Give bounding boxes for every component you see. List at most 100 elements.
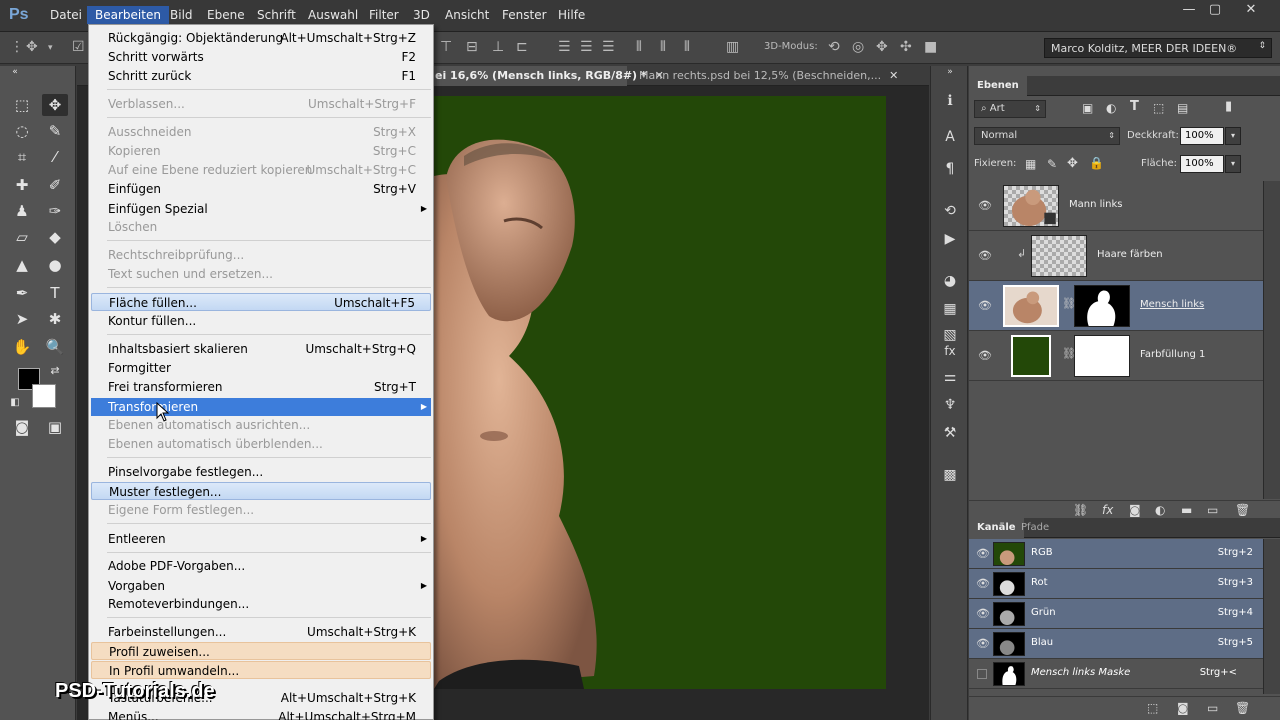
fill-input[interactable]: 100%: [1180, 155, 1224, 173]
filter-pixel-icon[interactable]: ▣: [1082, 101, 1093, 115]
menu-bearbeiten[interactable]: Bearbeiten: [87, 6, 169, 24]
3d-slide-icon[interactable]: ✣: [900, 39, 912, 55]
layers-scrollbar[interactable]: [1263, 181, 1280, 499]
document-canvas[interactable]: [434, 96, 886, 689]
distribute-right-icon[interactable]: ⫴: [684, 39, 690, 55]
3d-pan-icon[interactable]: ✥: [876, 39, 888, 55]
brush-tool-icon[interactable]: ✐: [42, 174, 68, 196]
paint-bucket-tool-icon[interactable]: ◆: [42, 226, 68, 248]
menu-auswahl[interactable]: Auswahl: [308, 8, 358, 22]
tab-pfade[interactable]: Pfade: [1013, 518, 1057, 538]
dodge-tool-icon[interactable]: ●: [42, 254, 68, 276]
paragraph-icon[interactable]: ¶: [938, 158, 962, 180]
layer-name[interactable]: Mann links: [1069, 199, 1123, 210]
channels-scrollbar[interactable]: [1263, 539, 1280, 694]
trash-icon[interactable]: 🗑: [1235, 503, 1250, 517]
channel-rot[interactable]: 👁 Rot Strg+3: [969, 569, 1263, 599]
close-window-button[interactable]: ✕: [1236, 2, 1266, 18]
lock-transparency-icon[interactable]: ▦: [1025, 157, 1036, 171]
layer-name[interactable]: Farbfüllung 1: [1140, 349, 1205, 360]
3d-rotate-icon[interactable]: ⟲: [828, 39, 840, 55]
distribute-vcenter-icon[interactable]: ☰: [580, 39, 593, 55]
menu-convert-profile[interactable]: In Profil umwandeln...: [91, 661, 431, 679]
lock-position-icon[interactable]: ✥: [1067, 156, 1078, 171]
menu-define-brush[interactable]: Pinselvorgabe festlegen...: [91, 463, 431, 481]
menu-3d[interactable]: 3D: [413, 8, 430, 22]
menu-datei[interactable]: Datei: [50, 8, 82, 22]
menu-fenster[interactable]: Fenster: [502, 8, 547, 22]
tab-ebenen[interactable]: Ebenen: [969, 76, 1027, 96]
lock-pixels-icon[interactable]: ✎: [1047, 157, 1057, 171]
layer-mann-links[interactable]: 👁 Mann links: [969, 181, 1263, 231]
clone-source-icon[interactable]: ♆: [938, 394, 962, 416]
filter-adjustment-icon[interactable]: ◐: [1106, 101, 1116, 115]
layer-haare-faerben[interactable]: 👁 ↲ Haare färben: [969, 231, 1263, 281]
zoom-tool-icon[interactable]: 🔍: [42, 336, 68, 358]
eraser-tool-icon[interactable]: ▱: [9, 226, 35, 248]
history-brush-tool-icon[interactable]: ✑: [42, 200, 68, 222]
layer-filter-select[interactable]: ⌕ Art ⇕: [974, 100, 1046, 118]
lock-all-icon[interactable]: 🔒: [1089, 156, 1104, 170]
layer-farbfuellung[interactable]: 👁 ⛓ Farbfüllung 1: [969, 331, 1263, 381]
3d-roll-icon[interactable]: ◎: [852, 39, 864, 55]
menu-step-forward[interactable]: Schritt vorwärts F2: [91, 48, 431, 66]
new-group-icon[interactable]: ▬: [1181, 503, 1192, 517]
align-left-icon[interactable]: ⊏: [516, 39, 528, 55]
background-color-swatch[interactable]: [32, 384, 56, 408]
menu-presets[interactable]: Vorgaben ▶: [91, 577, 431, 595]
menu-undo[interactable]: Rückgängig: Objektänderung Alt+Umschalt+S…: [91, 29, 431, 47]
menu-stroke[interactable]: Kontur füllen...: [91, 312, 431, 330]
layer-name[interactable]: Haare färben: [1097, 249, 1163, 260]
move-tool-icon[interactable]: ✥: [26, 39, 38, 55]
distribute-top-icon[interactable]: ☰: [558, 39, 571, 55]
channel-gruen[interactable]: 👁 Grün Strg+4: [969, 599, 1263, 629]
align-bottom-icon[interactable]: ⊥: [492, 39, 504, 55]
adjustments-icon[interactable]: ⚌: [938, 366, 962, 388]
menu-remote-connections[interactable]: Remoteverbindungen...: [91, 595, 431, 613]
filter-smart-object-icon[interactable]: ▤: [1177, 101, 1188, 115]
menu-transform[interactable]: Transformieren ▶: [91, 398, 431, 416]
link-layers-icon[interactable]: ⛓: [1073, 503, 1088, 517]
visibility-eye-icon[interactable]: 👁: [976, 577, 990, 590]
pen-tool-icon[interactable]: ✒: [9, 282, 35, 304]
filter-type-icon[interactable]: T: [1130, 99, 1139, 114]
fx-icon[interactable]: fx: [938, 340, 962, 362]
filter-shape-icon[interactable]: ⬚: [1153, 101, 1164, 115]
menu-define-pattern[interactable]: Muster festlegen...: [91, 482, 431, 500]
menu-assign-profile[interactable]: Profil zuweisen...: [91, 642, 431, 660]
menu-purge[interactable]: Entleeren ▶: [91, 530, 431, 548]
menu-free-transform[interactable]: Frei transformieren Strg+T: [91, 378, 431, 396]
menu-ansicht[interactable]: Ansicht: [445, 8, 489, 22]
distribute-left-icon[interactable]: ⫴: [636, 39, 642, 55]
brush-presets-icon[interactable]: ⚒: [938, 422, 962, 444]
distribute-bottom-icon[interactable]: ☰: [602, 39, 615, 55]
fill-dropdown-icon[interactable]: ▾: [1225, 155, 1241, 173]
channel-rgb[interactable]: 👁 RGB Strg+2: [969, 539, 1263, 569]
menu-fill[interactable]: Fläche füllen... Umschalt+F5: [91, 293, 431, 311]
distribute-hcenter-icon[interactable]: ⫴: [660, 39, 666, 55]
layer-mensch-links[interactable]: 👁 ⛓ Mensch links: [969, 281, 1263, 331]
align-vcenter-icon[interactable]: ⊟: [466, 39, 478, 55]
menu-content-aware-scale[interactable]: Inhaltsbasiert skalieren Umschalt+Strg+Q: [91, 340, 431, 358]
quick-mask-icon[interactable]: ◙: [9, 416, 35, 438]
menu-pdf-presets[interactable]: Adobe PDF-Vorgaben...: [91, 557, 431, 575]
menu-filter[interactable]: Filter: [369, 8, 399, 22]
auto-select-checkbox[interactable]: ☑: [72, 39, 85, 55]
menu-paste-special[interactable]: Einfügen Spezial ▶: [91, 200, 431, 218]
quick-selection-tool-icon[interactable]: ✎: [42, 120, 68, 142]
visibility-eye-icon[interactable]: 👁: [978, 199, 992, 212]
visibility-eye-icon[interactable]: 👁: [976, 637, 990, 650]
visibility-eye-icon[interactable]: 👁: [976, 607, 990, 620]
add-mask-icon[interactable]: ◙: [1129, 503, 1141, 517]
swap-colors-icon[interactable]: ⇄: [42, 360, 68, 382]
path-selection-tool-icon[interactable]: ➤: [9, 308, 35, 330]
doc-tab-mann-rechts[interactable]: Mann rechts.psd bei 12,5% (Beschneiden,.…: [633, 66, 898, 86]
clone-stamp-tool-icon[interactable]: ♟: [9, 200, 35, 222]
channel-blau[interactable]: 👁 Blau Strg+5: [969, 629, 1263, 659]
menu-paste[interactable]: Einfügen Strg+V: [91, 180, 431, 198]
visibility-eye-icon[interactable]: 👁: [978, 299, 992, 312]
visibility-eye-icon[interactable]: 👁: [978, 249, 992, 262]
menu-bild[interactable]: Bild: [170, 8, 193, 22]
menu-puppet-warp[interactable]: Formgitter: [91, 359, 431, 377]
trash-icon[interactable]: 🗑: [1235, 701, 1250, 715]
